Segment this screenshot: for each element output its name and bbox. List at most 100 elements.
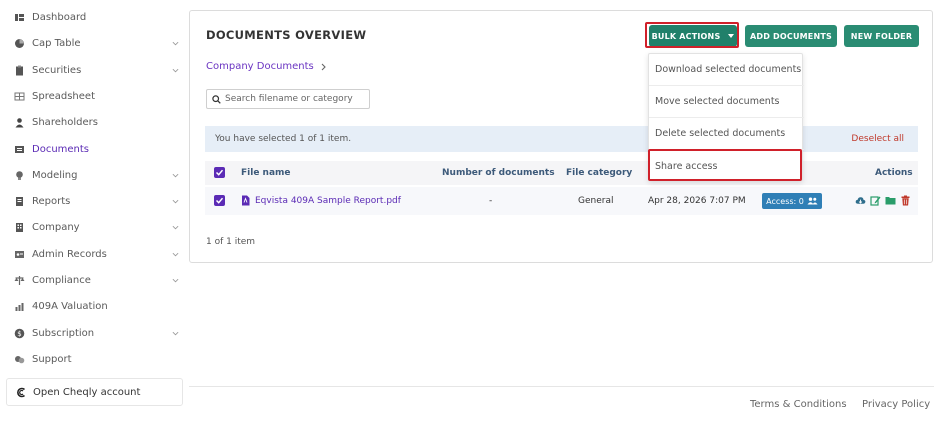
- deselect-all-link[interactable]: Deselect all: [851, 134, 904, 144]
- bulk-actions-label: BULK ACTIONS: [651, 31, 721, 41]
- breadcrumb[interactable]: Company Documents: [206, 61, 327, 72]
- add-documents-button[interactable]: ADD DOCUMENTS: [745, 25, 837, 47]
- scale-icon: [14, 275, 25, 286]
- sidebar-item-dashboard[interactable]: Dashboard: [0, 4, 188, 30]
- trash-icon[interactable]: [900, 195, 911, 206]
- chevron-down-icon: [172, 199, 179, 203]
- breadcrumb-company-documents[interactable]: Company Documents: [206, 61, 314, 72]
- valuation-icon: [14, 301, 25, 312]
- folder-icon: [14, 144, 25, 155]
- sidebar-item-label: Dashboard: [32, 11, 87, 23]
- footer-divider: [189, 386, 934, 387]
- sidebar-item-label: Securities: [32, 64, 82, 76]
- sidebar: Dashboard Cap Table Securities Spreadshe…: [0, 0, 188, 423]
- report-icon: [14, 196, 25, 207]
- svg-text:$: $: [17, 330, 21, 338]
- menu-item-download-selected[interactable]: Download selected documents: [649, 54, 804, 86]
- sidebar-item-label: Documents: [32, 143, 90, 155]
- chevron-right-icon: [321, 63, 326, 70]
- chevron-down-icon: [172, 278, 179, 282]
- edit-icon[interactable]: [870, 195, 881, 206]
- sidebar-item-label: Support: [32, 353, 72, 365]
- terms-link[interactable]: Terms & Conditions: [750, 399, 847, 410]
- row-category: General: [578, 196, 614, 206]
- pdf-file-icon: [242, 195, 250, 206]
- file-name-link[interactable]: Eqvista 409A Sample Report.pdf: [255, 196, 401, 206]
- sidebar-item-label: Company: [32, 221, 80, 233]
- add-documents-label: ADD DOCUMENTS: [749, 31, 832, 41]
- sidebar-item-support[interactable]: Support: [0, 346, 188, 372]
- row-num-docs: -: [489, 196, 493, 206]
- support-icon: [14, 354, 25, 365]
- check-icon: [215, 169, 224, 176]
- sidebar-item-label: Modeling: [32, 169, 78, 181]
- table-row: Eqvista 409A Sample Report.pdf - General…: [205, 187, 918, 215]
- sidebar-item-documents[interactable]: Documents: [0, 136, 188, 162]
- sidebar-item-label: Reports: [32, 195, 71, 207]
- sidebar-item-label: 409A Valuation: [32, 300, 108, 312]
- chevron-down-icon: [172, 68, 179, 72]
- selection-status: You have selected 1 of 1 item.: [215, 134, 352, 144]
- new-folder-label: NEW FOLDER: [850, 31, 913, 41]
- sidebar-item-securities[interactable]: Securities: [0, 57, 188, 83]
- column-header-number-of-documents[interactable]: Number of documents: [442, 168, 555, 178]
- sidebar-item-label: Spreadsheet: [32, 90, 95, 102]
- sidebar-item-cap-table[interactable]: Cap Table: [0, 30, 188, 56]
- select-all-checkbox[interactable]: [214, 167, 225, 178]
- menu-item-move-selected[interactable]: Move selected documents: [649, 86, 804, 118]
- column-header-file-name[interactable]: File name: [241, 168, 291, 178]
- menu-item-share-access[interactable]: Share access: [649, 150, 804, 182]
- sidebar-item-label: Admin Records: [32, 248, 107, 260]
- sidebar-item-spreadsheet[interactable]: Spreadsheet: [0, 83, 188, 109]
- move-folder-icon[interactable]: [885, 195, 896, 206]
- table-header: File name Number of documents File categ…: [205, 161, 918, 185]
- row-date: Apr 28, 2026 7:07 PM: [648, 196, 746, 206]
- sidebar-item-subscription[interactable]: $ Subscription: [0, 320, 188, 346]
- sidebar-item-compliance[interactable]: Compliance: [0, 267, 188, 293]
- new-folder-button[interactable]: NEW FOLDER: [844, 25, 919, 47]
- cheqly-logo-icon: [16, 387, 27, 398]
- spreadsheet-icon: [14, 91, 25, 102]
- privacy-link[interactable]: Privacy Policy: [862, 399, 930, 410]
- check-icon: [215, 197, 224, 204]
- lightbulb-icon: [14, 170, 25, 181]
- pagination-info: 1 of 1 item: [206, 237, 256, 247]
- dollar-icon: $: [14, 328, 25, 339]
- sidebar-item-label: Cap Table: [32, 37, 81, 49]
- open-cheqly-account-button[interactable]: Open Cheqly account: [6, 378, 183, 406]
- cloud-download-icon[interactable]: [855, 195, 866, 206]
- selection-bar: You have selected 1 of 1 item. Deselect …: [205, 126, 918, 152]
- users-icon: [807, 197, 818, 205]
- sidebar-item-label: Shareholders: [32, 116, 98, 128]
- row-checkbox[interactable]: [214, 195, 225, 206]
- sidebar-item-reports[interactable]: Reports: [0, 188, 188, 214]
- access-badge[interactable]: Access: 0: [762, 193, 822, 209]
- bulk-actions-dropdown: Download selected documents Move selecte…: [648, 53, 804, 182]
- chevron-down-icon: [172, 252, 179, 256]
- chevron-down-icon: [172, 331, 179, 335]
- search-box[interactable]: [206, 89, 370, 109]
- sidebar-item-modeling[interactable]: Modeling: [0, 162, 188, 188]
- chevron-down-icon: [172, 225, 179, 229]
- pie-chart-icon: [14, 38, 25, 49]
- cheqly-label: Open Cheqly account: [33, 386, 141, 398]
- access-label: Access: 0: [766, 196, 804, 206]
- chevron-down-icon: [172, 41, 179, 45]
- sidebar-item-shareholders[interactable]: Shareholders: [0, 109, 188, 135]
- records-icon: [14, 249, 25, 260]
- sidebar-item-admin-records[interactable]: Admin Records: [0, 241, 188, 267]
- search-input[interactable]: [225, 92, 367, 106]
- page-title: DOCUMENTS OVERVIEW: [206, 28, 367, 42]
- search-icon: [212, 95, 221, 104]
- bulk-actions-button[interactable]: BULK ACTIONS: [649, 25, 737, 47]
- chevron-down-icon: [172, 173, 179, 177]
- sidebar-item-label: Subscription: [32, 327, 95, 339]
- column-header-actions: Actions: [875, 168, 913, 178]
- sidebar-item-409a-valuation[interactable]: 409A Valuation: [0, 293, 188, 319]
- column-header-file-category[interactable]: File category: [566, 168, 632, 178]
- menu-item-delete-selected[interactable]: Delete selected documents: [649, 118, 804, 150]
- user-icon: [14, 117, 25, 128]
- building-icon: [14, 222, 25, 233]
- sidebar-item-company[interactable]: Company: [0, 214, 188, 240]
- documents-card: DOCUMENTS OVERVIEW BULK ACTIONS ADD DOCU…: [189, 10, 933, 263]
